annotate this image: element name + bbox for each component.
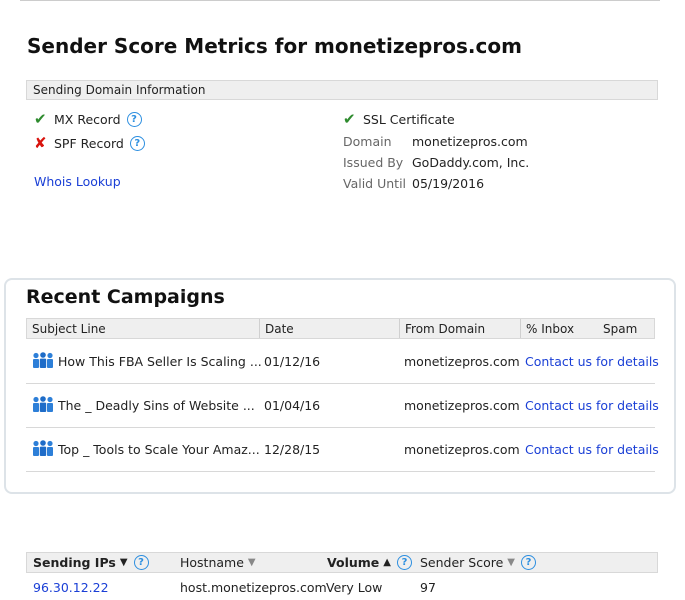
from-domain: monetizepros.com: [404, 398, 520, 413]
help-icon[interactable]: ?: [129, 135, 145, 151]
campaigns-table-header: Subject Line Date From Domain % Inbox Sp…: [26, 318, 655, 339]
ssl-valid-key: Valid Until: [343, 176, 407, 191]
help-icon[interactable]: ?: [521, 555, 536, 570]
campaign-date: 01/04/16: [264, 398, 321, 413]
check-icon: ✔: [34, 110, 47, 128]
page-title: Sender Score Metrics for monetizepros.co…: [27, 34, 522, 58]
check-icon: ✔: [343, 110, 356, 128]
contact-link[interactable]: Contact us for details: [525, 442, 659, 457]
chevron-up-icon: ▲: [383, 557, 391, 568]
hostname-value: host.monetizepros.com: [180, 580, 327, 595]
subject-line: Top _ Tools to Scale Your Amaz...: [58, 442, 260, 457]
campaign-date: 01/12/16: [264, 354, 321, 369]
table-row[interactable]: How This FBA Seller Is Scaling ... 01/12…: [26, 340, 659, 384]
ssl-domain-value: monetizepros.com: [412, 134, 528, 149]
cross-icon: ✘: [34, 134, 47, 152]
domain-info-label: Sending Domain Information: [33, 83, 206, 97]
people-icon: [33, 352, 53, 368]
from-domain: monetizepros.com: [404, 442, 520, 457]
table-row[interactable]: The _ Deadly Sins of Website ... 01/04/1…: [26, 384, 659, 428]
col-spam: Spam: [603, 322, 638, 336]
subject-line: How This FBA Seller Is Scaling ...: [58, 354, 262, 369]
help-icon[interactable]: ?: [133, 555, 149, 570]
help-icon[interactable]: ?: [126, 111, 142, 127]
sender-score-value: 97: [420, 580, 436, 595]
top-divider: [20, 0, 660, 1]
contact-link[interactable]: Contact us for details: [525, 398, 659, 413]
col-volume-label: Volume: [327, 555, 380, 570]
mx-record-label: MX Record: [54, 111, 121, 127]
col-hostname[interactable]: Hostname ▼: [180, 555, 256, 570]
column-divider: [399, 319, 400, 338]
col-volume[interactable]: Volume ▲ ?: [327, 555, 412, 570]
col-sender-score-label: Sender Score: [420, 555, 504, 570]
col-inbox: % Inbox: [526, 322, 575, 336]
campaign-date: 12/28/15: [264, 442, 321, 457]
spf-record-label: SPF Record: [54, 135, 124, 151]
col-date: Date: [265, 322, 294, 336]
subject-line: The _ Deadly Sins of Website ...: [58, 398, 255, 413]
from-domain: monetizepros.com: [404, 354, 520, 369]
col-sender-score[interactable]: Sender Score ▼ ?: [420, 555, 536, 570]
mx-record-row: ✔ MX Record ?: [34, 110, 142, 128]
ssl-issued-value: GoDaddy.com, Inc.: [412, 155, 530, 170]
contact-link[interactable]: Contact us for details: [525, 354, 659, 369]
column-divider: [259, 319, 260, 338]
col-sending-ips-label: Sending IPs: [33, 555, 116, 570]
campaigns-title: Recent Campaigns: [26, 286, 225, 308]
ssl-domain-key: Domain: [343, 134, 392, 149]
chevron-down-icon: ▼: [507, 557, 515, 568]
ssl-certificate-row: ✔ SSL Certificate: [343, 110, 455, 128]
ssl-certificate-label: SSL Certificate: [363, 111, 455, 127]
whois-lookup-link[interactable]: Whois Lookup: [34, 174, 121, 189]
col-from-domain: From Domain: [405, 322, 486, 336]
volume-value: Very Low: [326, 580, 383, 595]
ip-link[interactable]: 96.30.12.22: [33, 580, 109, 595]
column-divider: [520, 319, 521, 338]
ips-table-header: Sending IPs ▼ ? Hostname ▼ Volume ▲ ? Se…: [26, 552, 658, 573]
domain-info-header: Sending Domain Information: [26, 80, 658, 100]
ssl-valid-value: 05/19/2016: [412, 176, 485, 191]
col-subject: Subject Line: [32, 322, 106, 336]
table-row[interactable]: Top _ Tools to Scale Your Amaz... 12/28/…: [26, 428, 659, 472]
help-icon[interactable]: ?: [396, 555, 412, 570]
col-sending-ips[interactable]: Sending IPs ▼ ?: [33, 555, 149, 570]
chevron-down-icon: ▼: [247, 557, 256, 568]
people-icon: [33, 396, 53, 412]
people-icon: [33, 440, 53, 456]
ssl-issued-key: Issued By: [343, 155, 404, 170]
col-hostname-label: Hostname: [180, 555, 244, 570]
spf-record-row: ✘ SPF Record ?: [34, 134, 145, 152]
chevron-down-icon: ▼: [119, 557, 128, 568]
